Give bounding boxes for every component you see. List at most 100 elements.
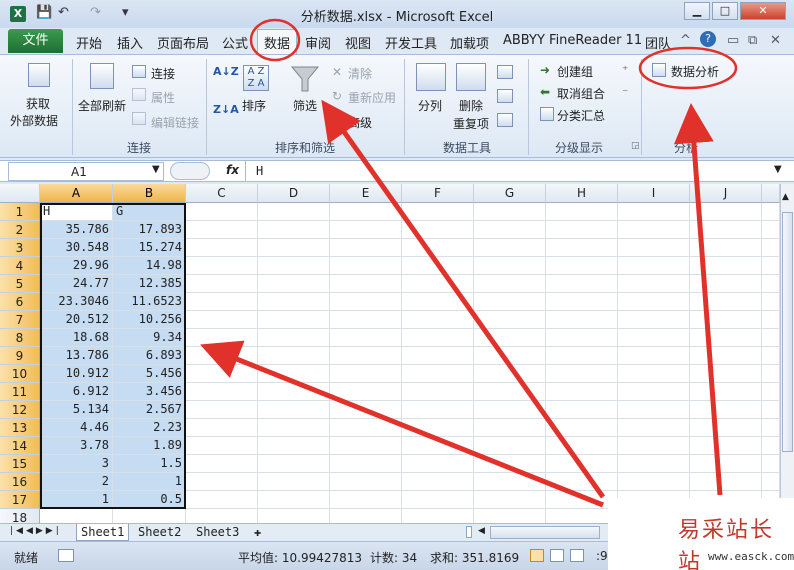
empty-cell[interactable] (186, 239, 258, 257)
empty-cell[interactable] (402, 365, 474, 383)
cell-a6[interactable]: 23.3046 (40, 293, 113, 311)
empty-cell[interactable] (474, 401, 546, 419)
row-header[interactable]: 10 (0, 365, 40, 383)
empty-cell[interactable] (762, 473, 780, 491)
filter-button[interactable]: 筛选 (293, 97, 317, 114)
row-header[interactable]: 12 (0, 401, 40, 419)
hide-detail-icon[interactable]: ⁻ (622, 85, 628, 99)
empty-cell[interactable] (330, 239, 402, 257)
cell-a7[interactable]: 20.512 (40, 311, 113, 329)
data-analysis-button[interactable]: 数据分析 (671, 63, 719, 80)
hscroll-left-icon[interactable]: ◀ (478, 526, 485, 536)
column-header[interactable]: E (330, 184, 402, 203)
ungroup-button[interactable]: 取消组合 (557, 85, 605, 102)
scroll-thumb[interactable] (782, 212, 793, 452)
formula-input[interactable]: H (256, 164, 263, 178)
empty-cell[interactable] (186, 275, 258, 293)
empty-cell[interactable] (546, 473, 618, 491)
cell-a17[interactable]: 1 (40, 491, 113, 509)
empty-cell[interactable] (330, 491, 402, 509)
row-header[interactable]: 9 (0, 347, 40, 365)
column-header-partial[interactable] (762, 184, 780, 203)
cell-b15[interactable]: 1.5 (113, 455, 186, 473)
row-header[interactable]: 6 (0, 293, 40, 311)
empty-cell[interactable] (762, 239, 780, 257)
empty-cell[interactable] (762, 311, 780, 329)
empty-cell[interactable] (258, 275, 330, 293)
empty-cell[interactable] (258, 239, 330, 257)
what-if-analysis-icon[interactable] (497, 113, 513, 127)
cell-a15[interactable]: 3 (40, 455, 113, 473)
column-header[interactable]: D (258, 184, 330, 203)
empty-cell[interactable] (186, 473, 258, 491)
insert-sheet-icon[interactable]: ✚ (250, 524, 265, 541)
empty-cell[interactable] (186, 293, 258, 311)
empty-cell[interactable] (618, 455, 690, 473)
data-validation-icon[interactable] (497, 65, 513, 79)
cell-a11[interactable]: 6.912 (40, 383, 113, 401)
empty-cell[interactable] (618, 437, 690, 455)
empty-cell[interactable] (474, 239, 546, 257)
empty-cell[interactable] (186, 401, 258, 419)
empty-cell[interactable] (330, 257, 402, 275)
empty-cell[interactable] (402, 329, 474, 347)
empty-cell[interactable] (762, 419, 780, 437)
empty-cell[interactable] (402, 257, 474, 275)
tab-data[interactable]: 数据 (264, 33, 290, 52)
empty-cell[interactable] (690, 221, 762, 239)
empty-cell[interactable] (474, 455, 546, 473)
empty-cell[interactable] (762, 221, 780, 239)
empty-cell[interactable] (402, 491, 474, 509)
empty-cell[interactable] (258, 491, 330, 509)
empty-cell[interactable] (618, 203, 690, 221)
empty-cell[interactable] (546, 455, 618, 473)
empty-cell[interactable] (330, 401, 402, 419)
formula-bar-splitter[interactable] (170, 162, 210, 180)
empty-cell[interactable] (762, 347, 780, 365)
empty-cell[interactable] (690, 383, 762, 401)
cell-a8[interactable]: 18.68 (40, 329, 113, 347)
advanced-filter-button[interactable]: 高级 (348, 114, 372, 131)
row-header[interactable]: 8 (0, 329, 40, 347)
empty-cell[interactable] (330, 365, 402, 383)
empty-cell[interactable] (186, 419, 258, 437)
ribbon-collapse-icon[interactable]: ^ (680, 33, 691, 48)
column-header[interactable]: B (113, 184, 186, 203)
empty-cell[interactable] (546, 419, 618, 437)
tab-file[interactable]: 文件 (8, 29, 63, 53)
help-icon[interactable]: ? (700, 31, 716, 47)
expand-formula-bar-icon[interactable]: ▼ (774, 164, 782, 175)
cell-b9[interactable]: 6.893 (113, 347, 186, 365)
empty-cell[interactable] (762, 437, 780, 455)
empty-cell[interactable] (258, 437, 330, 455)
macro-record-icon[interactable] (58, 549, 74, 562)
clear-filter-button[interactable]: 清除 (348, 65, 372, 82)
column-header[interactable]: H (546, 184, 618, 203)
empty-cell[interactable] (474, 221, 546, 239)
column-header[interactable]: C (186, 184, 258, 203)
empty-cell[interactable] (330, 203, 402, 221)
empty-cell[interactable] (186, 365, 258, 383)
empty-cell[interactable] (618, 239, 690, 257)
empty-cell[interactable] (546, 311, 618, 329)
empty-cell[interactable] (546, 383, 618, 401)
empty-cell[interactable] (546, 275, 618, 293)
empty-cell[interactable] (762, 401, 780, 419)
tab-split-handle[interactable] (466, 526, 472, 538)
empty-cell[interactable] (618, 221, 690, 239)
worksheet-grid[interactable]: A B C D E F G H I J 1 H G 2 35.786 17.893 3 30.… (0, 184, 780, 527)
page-break-view-icon[interactable] (570, 549, 584, 562)
empty-cell[interactable] (690, 473, 762, 491)
cell-a4[interactable]: 29.96 (40, 257, 113, 275)
empty-cell[interactable] (474, 329, 546, 347)
cell-b6[interactable]: 11.6523 (113, 293, 186, 311)
cell-a14[interactable]: 3.78 (40, 437, 113, 455)
column-header[interactable]: I (618, 184, 690, 203)
empty-cell[interactable] (330, 347, 402, 365)
empty-cell[interactable] (474, 293, 546, 311)
sheet-tab-sheet1[interactable]: Sheet1 (76, 524, 130, 541)
row-header[interactable]: 14 (0, 437, 40, 455)
cell-a3[interactable]: 30.548 (40, 239, 113, 257)
column-header[interactable]: F (402, 184, 474, 203)
empty-cell[interactable] (618, 329, 690, 347)
